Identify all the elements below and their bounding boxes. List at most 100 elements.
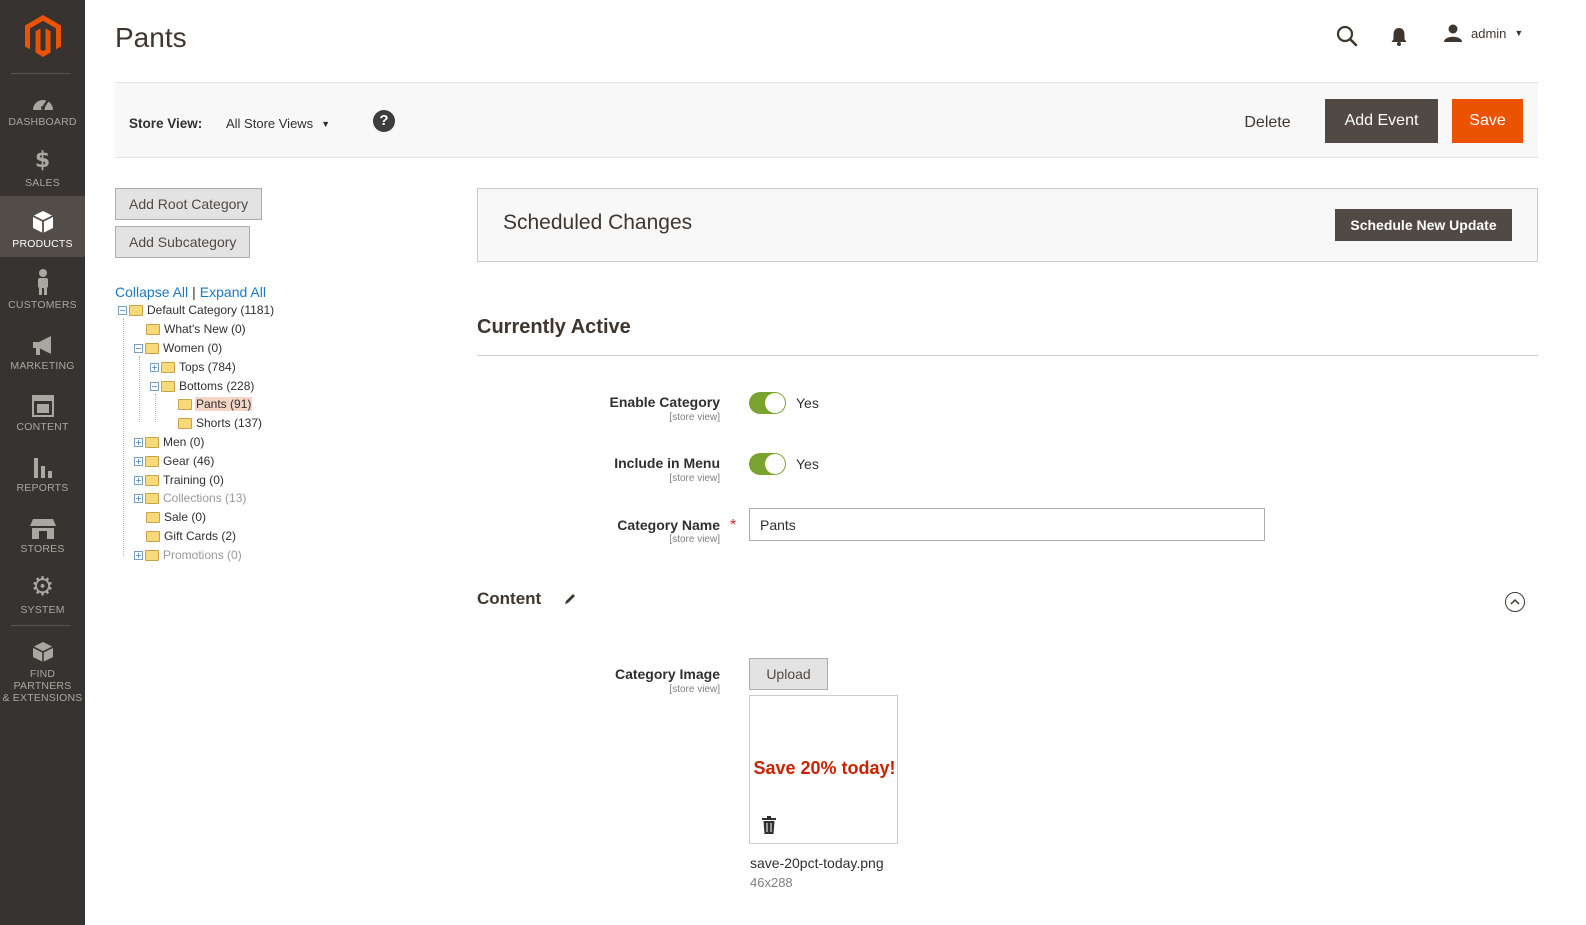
nav-marketing[interactable]: MARKETING [0, 318, 85, 379]
collapse-section-icon[interactable] [1505, 592, 1525, 612]
tree-node-label[interactable]: Pants (91) [195, 397, 253, 411]
nav-customers-label: CUSTOMERS [8, 299, 77, 311]
nav-customers[interactable]: CUSTOMERS [0, 257, 85, 318]
tree-guide-line [139, 356, 140, 422]
tree-node-whats-new[interactable]: What's New (0) [146, 320, 247, 338]
add-subcategory-button[interactable]: Add Subcategory [115, 226, 251, 258]
tree-expand-toggle[interactable]: + [134, 456, 143, 466]
search-icon[interactable] [1336, 25, 1358, 52]
folder-icon [161, 361, 175, 373]
tree-node-label[interactable]: Women (0) [162, 341, 223, 355]
tree-node-label[interactable]: Training (0) [162, 473, 225, 487]
image-preview-text: Save 20% today! [753, 758, 896, 778]
tree-node-pants[interactable]: Pants (91) [178, 395, 253, 413]
category-image-label: Category Image [614, 666, 720, 682]
notifications-bell-icon[interactable] [1390, 27, 1408, 51]
tree-node-default-category[interactable]: − Default Category (1181) [118, 301, 275, 319]
tree-node-label[interactable]: Gift Cards (2) [163, 529, 237, 543]
enable-category-label: Enable Category [609, 394, 720, 410]
category-image-preview: Save 20% today! [749, 695, 898, 844]
chevron-down-icon: ▼ [1514, 28, 1524, 38]
nav-dashboard[interactable]: DASHBOARD [0, 74, 85, 135]
store-view-switcher[interactable]: All Store Views ▼ [226, 116, 330, 131]
layout-icon [0, 391, 85, 417]
tree-node-label[interactable]: Bottoms (228) [178, 379, 255, 393]
include-in-menu-scope: [store view] [669, 473, 720, 484]
delete-button[interactable]: Delete [1225, 101, 1310, 145]
nav-reports[interactable]: REPORTS [0, 440, 85, 501]
tree-collapse-toggle[interactable]: − [118, 305, 127, 315]
tree-expand-toggle[interactable]: + [150, 362, 159, 372]
tree-node-men[interactable]: + Men (0) [134, 433, 205, 451]
scheduled-changes-title: Scheduled Changes [503, 211, 693, 234]
dashboard-icon [0, 86, 85, 112]
tree-node-promotions[interactable]: + Promotions (0) [134, 546, 243, 564]
nav-stores-label: STORES [20, 543, 65, 555]
megaphone-icon [0, 330, 85, 356]
folder-icon [145, 436, 159, 448]
cubes-icon [0, 638, 85, 664]
nav-content-label: CONTENT [16, 421, 69, 433]
tree-node-label[interactable]: Shorts (137) [195, 416, 263, 430]
tree-node-label[interactable]: Tops (784) [178, 360, 237, 374]
expand-all-link[interactable]: Expand All [200, 284, 266, 300]
tree-node-label[interactable]: Sale (0) [163, 510, 207, 524]
save-button[interactable]: Save [1452, 99, 1523, 143]
folder-icon [146, 530, 160, 542]
tree-node-training[interactable]: + Training (0) [134, 471, 225, 489]
tree-node-label[interactable]: Default Category (1181) [146, 303, 275, 317]
nav-products-label: PRODUCTS [12, 238, 73, 250]
scheduled-changes-panel: Scheduled Changes Schedule New Update [477, 188, 1538, 262]
tree-node-women[interactable]: − Women (0) [134, 339, 223, 357]
tree-node-collections[interactable]: + Collections (13) [134, 489, 247, 507]
folder-icon [145, 492, 159, 504]
tree-expand-toggle[interactable]: + [134, 550, 143, 560]
include-in-menu-label: Include in Menu [614, 455, 720, 471]
tree-expand-collapse: Collapse All | Expand All [115, 284, 266, 300]
tree-node-tops[interactable]: + Tops (784) [150, 358, 237, 376]
tree-node-label[interactable]: Collections (13) [162, 491, 247, 505]
upload-button[interactable]: Upload [749, 658, 828, 690]
tree-collapse-toggle[interactable]: − [150, 381, 159, 391]
tree-node-shorts[interactable]: Shorts (137) [178, 414, 263, 432]
nav-sales[interactable]: $ SALES [0, 135, 85, 196]
tree-guide-line [155, 394, 156, 422]
tree-node-bottoms[interactable]: − Bottoms (228) [150, 377, 255, 395]
trash-icon[interactable] [762, 816, 776, 839]
add-event-button[interactable]: Add Event [1325, 99, 1438, 143]
tree-node-label[interactable]: What's New (0) [163, 322, 247, 336]
tree-expand-toggle[interactable]: + [134, 493, 143, 503]
content-section-title[interactable]: Content [477, 589, 541, 609]
nav-find-partners[interactable]: FIND PARTNERS & EXTENSIONS [0, 626, 85, 704]
schedule-new-update-button[interactable]: Schedule New Update [1335, 209, 1512, 241]
tree-node-gift-cards[interactable]: Gift Cards (2) [146, 527, 237, 545]
tree-node-label[interactable]: Men (0) [162, 435, 205, 449]
help-icon[interactable]: ? [373, 110, 395, 132]
tree-node-label[interactable]: Promotions (0) [162, 548, 243, 562]
tree-node-label[interactable]: Gear (46) [162, 454, 215, 468]
nav-system[interactable]: ⚙ SYSTEM [0, 562, 85, 623]
folder-icon [161, 380, 175, 392]
magento-logo[interactable] [0, 0, 85, 72]
tree-expand-toggle[interactable]: + [134, 475, 143, 485]
page-title: Pants [115, 22, 187, 53]
folder-icon [145, 455, 159, 467]
nav-products[interactable]: PRODUCTS [0, 196, 85, 257]
add-root-category-button[interactable]: Add Root Category [115, 188, 263, 220]
include-in-menu-toggle[interactable] [749, 453, 786, 475]
nav-content[interactable]: CONTENT [0, 379, 85, 440]
folder-icon [145, 342, 159, 354]
category-name-input[interactable] [749, 508, 1265, 541]
magento-logo-icon [24, 15, 61, 57]
nav-stores[interactable]: STORES [0, 501, 85, 562]
tree-collapse-toggle[interactable]: − [134, 343, 143, 353]
tree-node-gear[interactable]: + Gear (46) [134, 452, 215, 470]
tree-node-sale[interactable]: Sale (0) [146, 508, 207, 526]
collapse-all-link[interactable]: Collapse All [115, 284, 188, 300]
tree-expand-toggle[interactable]: + [134, 437, 143, 447]
admin-account-menu[interactable]: admin ▼ [1443, 24, 1523, 42]
pencil-icon[interactable] [563, 592, 577, 611]
category-name-scope: [store view] [669, 534, 720, 545]
folder-icon [146, 323, 160, 335]
enable-category-toggle[interactable] [749, 392, 786, 414]
